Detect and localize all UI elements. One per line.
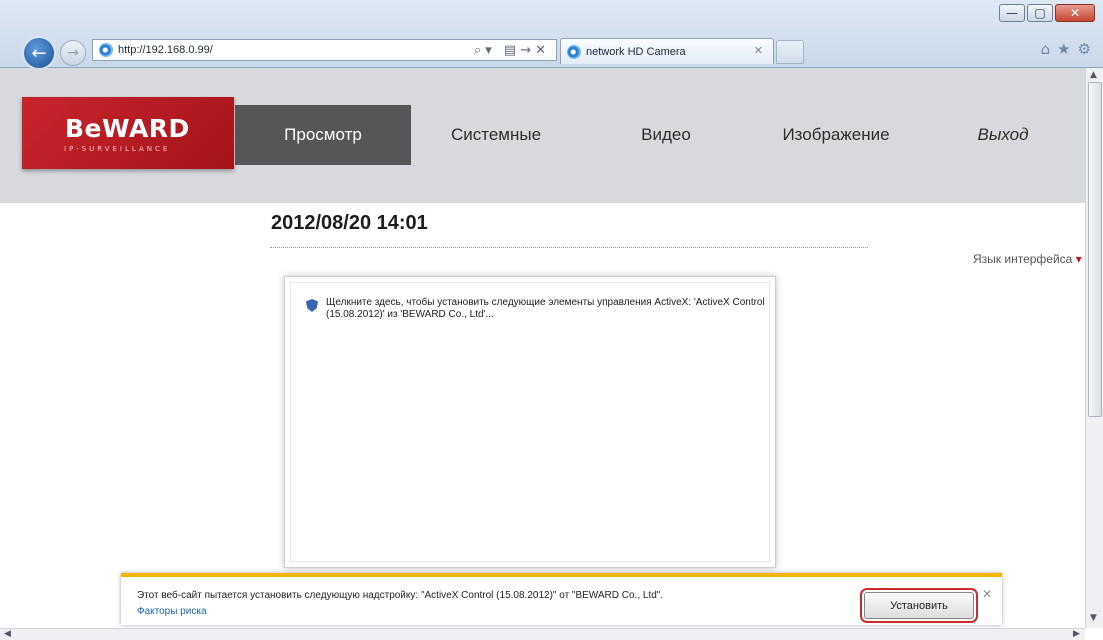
menu-exit[interactable]: Выход	[921, 105, 1085, 165]
notification-text: Этот веб-сайт пытается установить следую…	[137, 590, 664, 601]
menu-view[interactable]: Просмотр	[235, 105, 411, 165]
browser-chrome: — ▢ ✕ ← → http://192.168.0.99/ ⌕▾ ▤→✕ ne…	[0, 0, 1103, 70]
language-selector[interactable]: Язык интерфейса ▾	[973, 252, 1082, 266]
back-arrow-icon: ←	[31, 42, 47, 64]
activex-message[interactable]: Щелкните здесь, чтобы установить следующ…	[326, 297, 766, 321]
activex-placeholder[interactable]: Щелкните здесь, чтобы установить следующ…	[284, 276, 776, 568]
divider	[270, 247, 868, 248]
menu-image[interactable]: Изображение	[751, 105, 921, 165]
web-page: BeWARD IP-SURVEILLANCE Просмотр Системны…	[0, 68, 1085, 628]
tab-title: network HD Camera	[586, 45, 686, 58]
ie-tab-icon	[567, 44, 581, 59]
shield-icon	[306, 299, 318, 312]
maximize-button[interactable]: ▢	[1027, 4, 1053, 22]
vertical-scroll-thumb[interactable]	[1088, 82, 1102, 417]
address-bar[interactable]: http://192.168.0.99/ ⌕▾ ▤→✕	[92, 39, 557, 61]
menu-system[interactable]: Системные	[411, 105, 581, 165]
scroll-right-icon[interactable]: ▶	[1073, 629, 1080, 639]
favorites-icon[interactable]: ★	[1057, 40, 1070, 58]
address-url[interactable]: http://192.168.0.99/	[118, 44, 213, 56]
notification-close-icon[interactable]: ✕	[982, 587, 992, 601]
forward-arrow-icon: →	[67, 45, 79, 61]
ie-page-icon	[99, 43, 113, 57]
back-button[interactable]: ←	[22, 36, 56, 70]
horizontal-scrollbar[interactable]: ◀ ▶	[0, 628, 1085, 640]
beward-logo[interactable]: BeWARD IP-SURVEILLANCE	[22, 97, 234, 169]
scroll-up-icon[interactable]: ▲	[1090, 70, 1097, 80]
logo-text: BeWARD	[65, 114, 190, 143]
logo-subtext: IP-SURVEILLANCE	[64, 145, 171, 153]
language-label: Язык интерфейса	[973, 252, 1073, 266]
chevron-down-icon: ▾	[1075, 252, 1082, 266]
menu-video[interactable]: Видео	[581, 105, 751, 165]
date-time: 2012/08/20 14:01	[271, 212, 428, 234]
settings-icon[interactable]: ⚙	[1078, 40, 1091, 58]
forward-button[interactable]: →	[60, 40, 86, 66]
scroll-down-icon[interactable]: ▼	[1090, 613, 1097, 623]
install-button[interactable]: Установить	[860, 588, 978, 623]
minimize-button[interactable]: —	[999, 4, 1025, 22]
activex-inner-frame: Щелкните здесь, чтобы установить следующ…	[290, 282, 770, 562]
address-tools-icons[interactable]: ⌕▾ ▤→✕	[474, 43, 550, 58]
new-tab-button[interactable]	[776, 40, 804, 64]
page-header: BeWARD IP-SURVEILLANCE Просмотр Системны…	[0, 68, 1085, 203]
scroll-left-icon[interactable]: ◀	[4, 629, 11, 639]
risk-factors-link[interactable]: Факторы риска	[137, 606, 207, 617]
browser-window: — ▢ ✕ ← → http://192.168.0.99/ ⌕▾ ▤→✕ ne…	[0, 0, 1103, 640]
window-controls: — ▢ ✕	[999, 4, 1095, 22]
close-window-button[interactable]: ✕	[1055, 4, 1095, 22]
main-menu: Просмотр Системные Видео Изображение Вых…	[235, 105, 1085, 165]
vertical-scrollbar[interactable]: ▲ ▼	[1085, 68, 1103, 628]
tab-network-hd-camera[interactable]: network HD Camera ✕	[560, 38, 774, 64]
install-notification-bar: Этот веб-сайт пытается установить следую…	[121, 573, 1002, 625]
browser-toolbar: ⌂ ★ ⚙	[1041, 40, 1091, 58]
tab-close-icon[interactable]: ✕	[754, 44, 763, 57]
home-icon[interactable]: ⌂	[1041, 40, 1051, 58]
